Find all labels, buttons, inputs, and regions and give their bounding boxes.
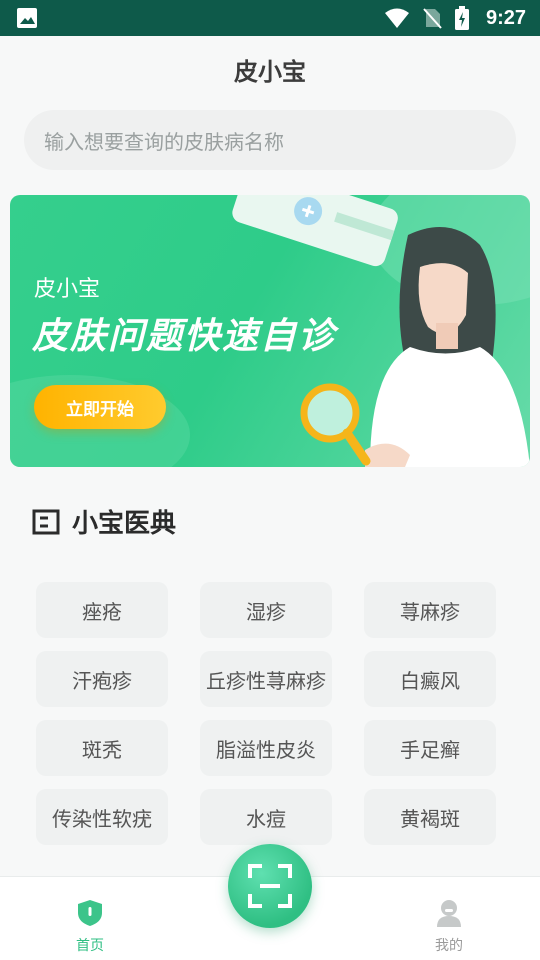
scan-icon <box>248 864 292 908</box>
section-title: 小宝医典 <box>72 509 177 539</box>
disease-chip[interactable]: 荨麻疹 <box>364 582 496 638</box>
book-icon <box>32 509 60 534</box>
image-icon <box>17 8 37 28</box>
disease-chip[interactable]: 传染性软疣 <box>36 789 168 845</box>
search-input[interactable]: 输入想要查询的皮肤病名称 <box>24 110 516 170</box>
status-time: 9:27 <box>485 6 526 29</box>
banner-title: 皮肤问题快速自诊 <box>32 316 337 357</box>
no-sim-icon <box>423 8 442 29</box>
tab-home-label: 首页 <box>76 938 104 954</box>
user-icon <box>437 900 461 927</box>
tab-home[interactable]: 首页 <box>60 899 120 955</box>
disease-chip[interactable]: 黄褐斑 <box>364 789 496 845</box>
scan-button[interactable] <box>228 844 312 928</box>
tab-mine[interactable]: 我的 <box>419 899 479 955</box>
disease-chip[interactable]: 水痘 <box>200 789 332 845</box>
disease-chip[interactable]: 汗疱疹 <box>36 651 168 707</box>
disease-chip[interactable]: 斑秃 <box>36 720 168 776</box>
disease-grid: 痤疮 湿疹 荨麻疹 汗疱疹 丘疹性荨麻疹 白癜风 斑秃 脂溢性皮炎 手足癣 传染… <box>36 582 496 845</box>
disease-chip[interactable]: 湿疹 <box>200 582 332 638</box>
disease-chip[interactable]: 手足癣 <box>364 720 496 776</box>
page-title: 皮小宝 <box>234 58 306 86</box>
section-header: 小宝医典 <box>32 503 176 540</box>
wifi-icon <box>384 8 409 28</box>
search-placeholder: 输入想要查询的皮肤病名称 <box>44 129 284 154</box>
disease-chip[interactable]: 脂溢性皮炎 <box>200 720 332 776</box>
tab-mine-label: 我的 <box>435 938 463 954</box>
banner-subtitle: 皮小宝 <box>34 277 101 302</box>
disease-chip[interactable]: 白癜风 <box>364 651 496 707</box>
start-button[interactable]: 立即开始 <box>34 385 166 429</box>
shield-icon <box>78 900 102 926</box>
disease-chip[interactable]: 痤疮 <box>36 582 168 638</box>
battery-icon <box>454 6 469 30</box>
status-bar: 9:27 <box>0 0 540 36</box>
promo-banner[interactable]: 皮小宝 皮肤问题快速自诊 立即开始 <box>10 195 530 467</box>
disease-chip[interactable]: 丘疹性荨麻疹 <box>200 651 332 707</box>
